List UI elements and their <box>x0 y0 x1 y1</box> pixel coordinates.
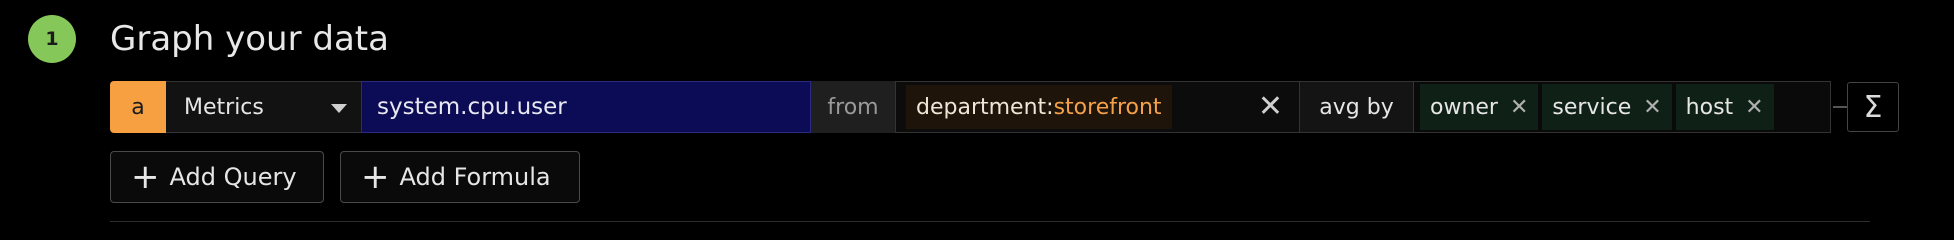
section-title: Graph your data <box>110 19 389 59</box>
group-tag-label: service <box>1552 94 1632 120</box>
query-row: a Metrics system.cpu.user from departmen… <box>110 81 1899 133</box>
group-tag-host[interactable]: host ✕ <box>1675 84 1774 130</box>
filter-tag[interactable]: department: storefront <box>906 85 1172 129</box>
aggregation-selector[interactable]: avg by <box>1300 81 1413 133</box>
plus-icon: + <box>131 157 160 197</box>
group-tag-label: owner <box>1430 94 1498 120</box>
add-query-label: Add Query <box>169 163 297 191</box>
group-tag-label: host <box>1685 94 1734 120</box>
group-tag-owner[interactable]: owner ✕ <box>1420 84 1539 130</box>
remove-tag-icon[interactable]: ✕ <box>1510 95 1528 120</box>
remove-tag-icon[interactable]: ✕ <box>1643 95 1661 120</box>
add-formula-label: Add Formula <box>399 163 551 191</box>
data-source-label: Metrics <box>184 94 264 120</box>
sigma-functions-button[interactable]: Σ <box>1847 82 1899 132</box>
chevron-down-icon <box>331 104 347 113</box>
filter-value: storefront <box>1053 94 1162 120</box>
sigma-icon: Σ <box>1863 89 1883 125</box>
graph-editor: 1 Graph your data a Metrics system.cpu.u… <box>0 0 1954 240</box>
metric-name: system.cpu.user <box>377 94 567 120</box>
group-tag-service[interactable]: service ✕ <box>1542 84 1672 130</box>
divider <box>110 221 1870 222</box>
from-label: from <box>811 81 895 133</box>
query-letter[interactable]: a <box>110 81 166 133</box>
data-source-dropdown[interactable]: Metrics <box>166 81 361 133</box>
filter-key: department: <box>916 94 1054 120</box>
step-number-badge: 1 <box>28 15 76 63</box>
filter-input[interactable]: department: storefront ✕ <box>895 81 1300 133</box>
plus-icon: + <box>361 157 390 197</box>
group-by-input[interactable]: owner ✕ service ✕ host ✕ <box>1413 81 1831 133</box>
add-query-button[interactable]: + Add Query <box>110 151 324 203</box>
metric-input[interactable]: system.cpu.user <box>361 81 811 133</box>
remove-tag-icon[interactable]: ✕ <box>1745 95 1763 120</box>
clear-filter-icon[interactable]: ✕ <box>1258 92 1283 122</box>
connector-line <box>1833 106 1847 108</box>
add-formula-button[interactable]: + Add Formula <box>340 151 580 203</box>
